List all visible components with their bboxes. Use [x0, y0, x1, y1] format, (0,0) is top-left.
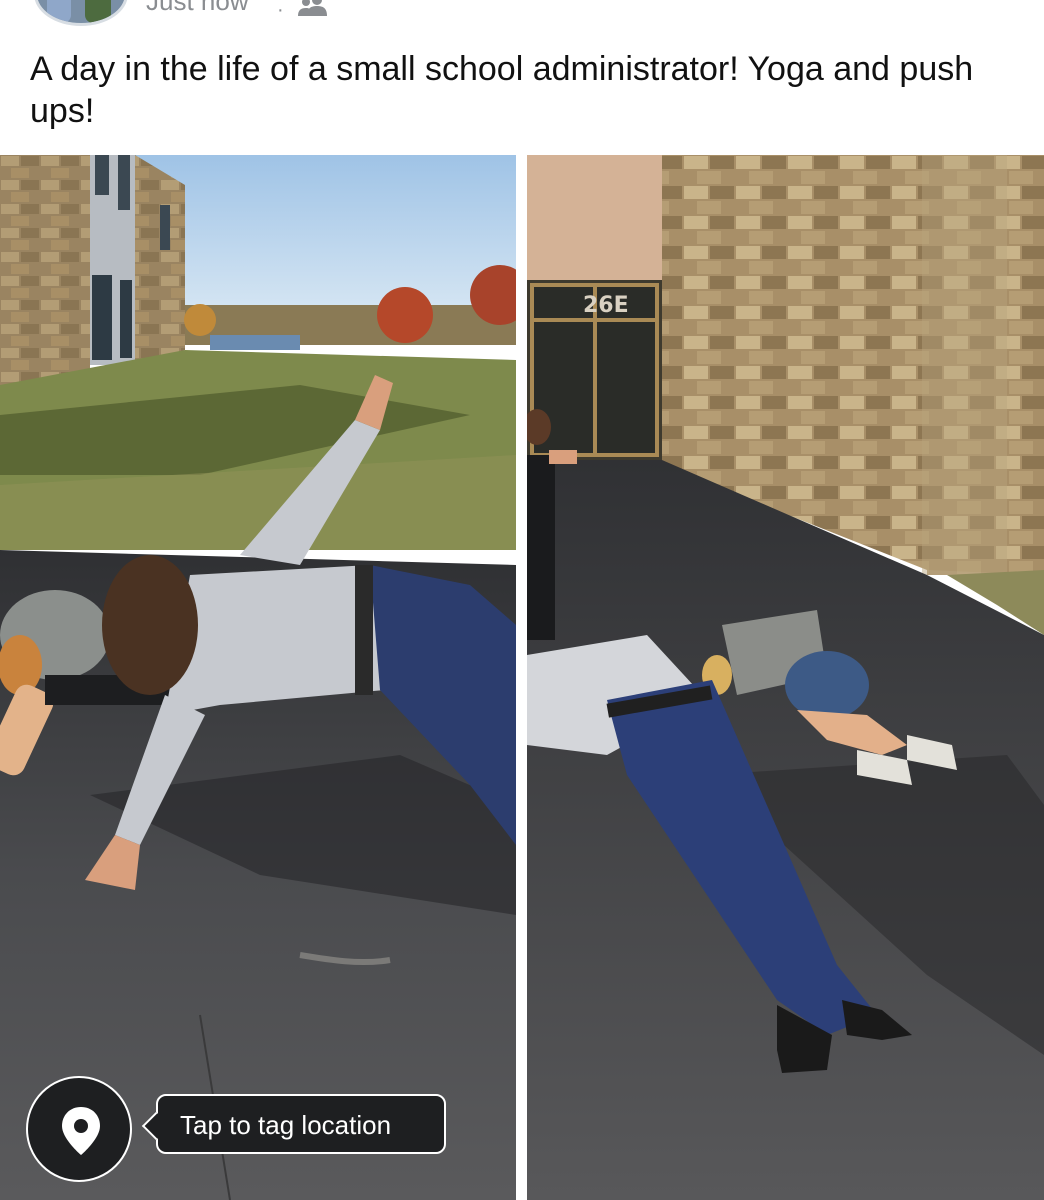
post-timestamp[interactable]: Just now	[146, 0, 249, 16]
location-tooltip[interactable]: Tap to tag location	[156, 1094, 446, 1154]
avatar[interactable]	[34, 0, 128, 26]
separator-dot: ·	[277, 0, 284, 21]
post-caption: A day in the life of a small school admi…	[30, 50, 974, 130]
post-header: Just now ·	[0, 0, 1044, 30]
door-sign: 26E	[583, 293, 629, 318]
friends-icon[interactable]	[297, 0, 329, 16]
tag-location-button[interactable]	[26, 1076, 132, 1182]
photo-push-ups[interactable]: 26E	[527, 155, 1044, 1200]
location-pin-icon	[62, 1107, 100, 1155]
photo-yoga[interactable]	[0, 155, 516, 1200]
tooltip-label: Tap to tag location	[180, 1110, 392, 1140]
